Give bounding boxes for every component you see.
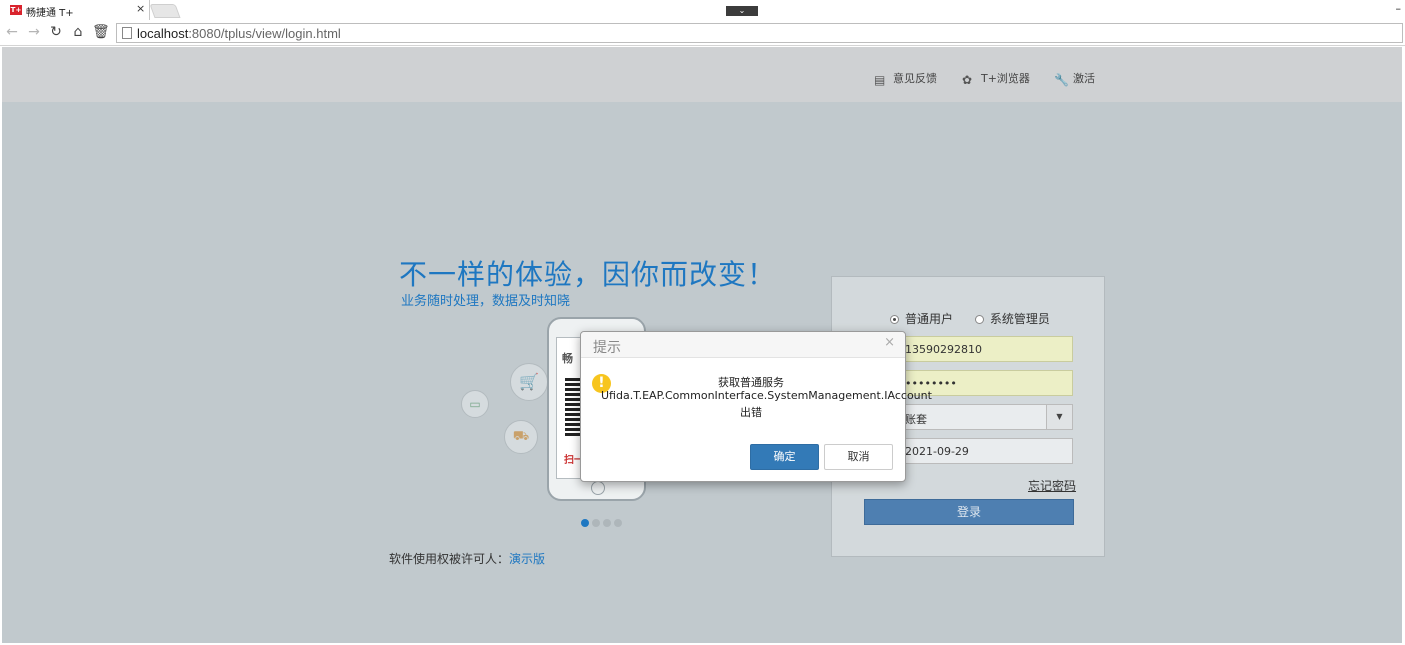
dialog-message-line3: 出错 bbox=[740, 406, 762, 419]
role-admin-label: 系统管理员 bbox=[989, 312, 1050, 326]
browser-icon: ✿ bbox=[962, 73, 973, 87]
tab-dropdown-icon[interactable]: ⌄ bbox=[726, 6, 758, 16]
wrench-icon: 🔧 bbox=[1054, 73, 1069, 87]
url-text[interactable]: localhost:8080/tplus/view/login.html bbox=[137, 26, 341, 41]
hero-slogan: 不一样的体验，因你而改变！ bbox=[399, 258, 777, 291]
carousel-dot-3[interactable] bbox=[603, 519, 611, 527]
dialog-message-line1: 获取普通服务 bbox=[718, 376, 784, 389]
browser-toolbar: ← → ↻ ⌂ 🗑 localhost:8080/tplus/view/logi… bbox=[0, 20, 1405, 46]
license-link[interactable]: 演示版 bbox=[509, 552, 545, 566]
login-button[interactable]: 登录 bbox=[864, 499, 1074, 525]
browser-tab[interactable]: T+ 畅捷通 T+ × bbox=[0, 0, 150, 20]
browser-tabstrip: T+ 畅捷通 T+ × ⌄ – bbox=[0, 0, 1405, 20]
carousel-dot-2[interactable] bbox=[592, 519, 600, 527]
card-icon: ▭ bbox=[461, 390, 489, 418]
tplus-browser-link[interactable]: ✿ T+浏览器 bbox=[962, 70, 1030, 86]
top-bar: ▤ 意见反馈 ✿ T+浏览器 🔧 激活 bbox=[2, 47, 1402, 102]
back-arrow-icon[interactable]: ← bbox=[4, 24, 20, 40]
alert-dialog: 提示 × ! 获取普通服务 Ufida.T.EAP.CommonInterfac… bbox=[580, 331, 932, 482]
account-set-value: 账套 bbox=[905, 413, 927, 426]
chevron-down-icon[interactable]: ▼ bbox=[1046, 405, 1072, 429]
cart-icon: 🛒 bbox=[510, 363, 548, 401]
window-minimize-button[interactable]: – bbox=[1396, 2, 1402, 15]
cancel-button[interactable]: 取消 bbox=[824, 444, 893, 470]
carousel-dot-1[interactable] bbox=[581, 519, 589, 527]
login-page: ▤ 意见反馈 ✿ T+浏览器 🔧 激活 不一样的体验，因你而改变！ 业务随时处理，数据… bbox=[2, 47, 1402, 643]
qr-code-icon bbox=[565, 376, 581, 436]
license-info: 软件使用权被许可人：演示版 bbox=[389, 550, 545, 567]
tplus-favicon-icon: T+ bbox=[10, 5, 22, 15]
dialog-message-line2: Ufida.T.EAP.CommonInterface.SystemManage… bbox=[601, 389, 932, 402]
confirm-button[interactable]: 确定 bbox=[750, 444, 819, 470]
close-icon[interactable]: × bbox=[884, 336, 895, 350]
carousel-dots bbox=[581, 516, 625, 530]
page-icon bbox=[122, 27, 132, 39]
activate-link[interactable]: 🔧 激活 bbox=[1054, 70, 1095, 86]
address-bar[interactable]: localhost:8080/tplus/view/login.html bbox=[116, 23, 1403, 43]
role-normal-radio[interactable] bbox=[890, 315, 899, 324]
tab-title: 畅捷通 T+ bbox=[26, 8, 74, 19]
new-tab-button[interactable] bbox=[149, 4, 181, 18]
phone-brand-text: 畅 bbox=[562, 352, 573, 365]
feedback-link[interactable]: ▤ 意见反馈 bbox=[874, 70, 937, 86]
trash-icon[interactable]: 🗑 bbox=[92, 24, 110, 40]
home-icon[interactable]: ⌂ bbox=[70, 24, 86, 40]
hero-sub-slogan: 业务随时处理，数据及时知晓 bbox=[401, 294, 571, 309]
tab-close-icon[interactable]: × bbox=[136, 3, 145, 15]
dialog-header: 提示 × bbox=[581, 332, 905, 358]
forgot-password-link[interactable]: 忘记密码 bbox=[1028, 477, 1076, 494]
truck-icon: ⛟ bbox=[504, 420, 538, 454]
chat-icon: ▤ bbox=[874, 73, 886, 87]
role-normal-label: 普通用户 bbox=[905, 312, 954, 326]
phone-home-button-icon bbox=[591, 481, 605, 495]
carousel-dot-4[interactable] bbox=[614, 519, 622, 527]
role-admin-radio[interactable] bbox=[974, 315, 984, 324]
dialog-title: 提示 bbox=[593, 340, 621, 356]
reload-icon[interactable]: ↻ bbox=[48, 24, 64, 40]
role-selector: 普通用户 系统管理员 bbox=[890, 310, 1068, 327]
forward-arrow-icon[interactable]: → bbox=[26, 24, 42, 40]
license-label: 软件使用权被许可人： bbox=[389, 552, 510, 566]
